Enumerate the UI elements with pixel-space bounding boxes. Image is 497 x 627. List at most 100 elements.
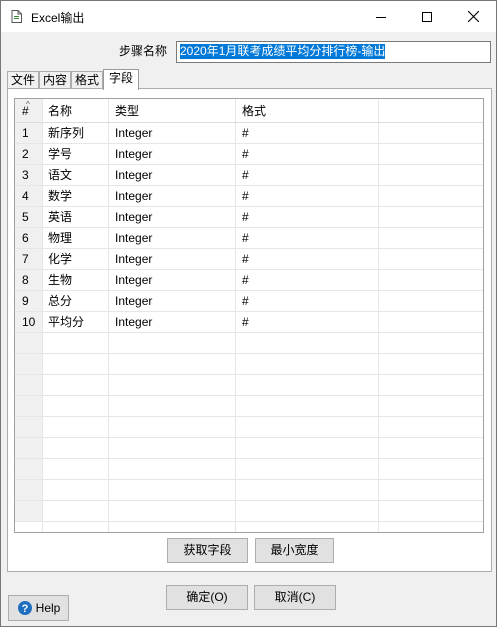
row-number[interactable] [15, 438, 42, 458]
field-type-cell[interactable] [109, 438, 236, 458]
field-name-cell[interactable]: 总分 [42, 291, 109, 311]
field-name-cell[interactable]: 语文 [42, 165, 109, 185]
column-header-name[interactable]: 名称 [42, 99, 109, 122]
fields-table[interactable]: ^ # 名称 类型 格式 1 新序列 Integer #2 学号 Integer #3 语文 I… [14, 98, 484, 533]
field-name-cell[interactable]: 学号 [42, 144, 109, 164]
field-type-cell[interactable] [109, 333, 236, 353]
field-name-cell[interactable]: 化学 [42, 249, 109, 269]
field-name-cell[interactable]: 数学 [42, 186, 109, 206]
min-width-button[interactable]: 最小宽度 [255, 538, 334, 563]
table-row[interactable]: 2 学号 Integer # [15, 144, 483, 165]
table-row[interactable]: 1 新序列 Integer # [15, 123, 483, 144]
field-format-cell[interactable]: # [236, 228, 379, 248]
field-format-cell[interactable]: # [236, 165, 379, 185]
field-name-cell[interactable] [42, 396, 109, 416]
field-type-cell[interactable] [109, 396, 236, 416]
field-name-cell[interactable] [42, 417, 109, 437]
field-name-cell[interactable] [42, 375, 109, 395]
field-type-cell[interactable]: Integer [109, 249, 236, 269]
table-row[interactable]: 8 生物 Integer # [15, 270, 483, 291]
field-name-cell[interactable] [42, 501, 109, 521]
field-type-cell[interactable] [109, 501, 236, 521]
row-number[interactable]: 8 [15, 270, 42, 290]
help-button[interactable]: ? Help [8, 595, 69, 621]
row-number[interactable] [15, 459, 42, 479]
column-header-format[interactable]: 格式 [236, 99, 379, 122]
table-row[interactable] [15, 417, 483, 438]
row-number[interactable] [15, 417, 42, 437]
table-row[interactable]: 10 平均分 Integer # [15, 312, 483, 333]
field-name-cell[interactable] [42, 459, 109, 479]
row-number[interactable] [15, 396, 42, 416]
field-type-cell[interactable]: Integer [109, 291, 236, 311]
field-name-cell[interactable] [42, 480, 109, 500]
field-type-cell[interactable]: Integer [109, 165, 236, 185]
row-number[interactable] [15, 375, 42, 395]
table-row[interactable] [15, 396, 483, 417]
field-type-cell[interactable] [109, 354, 236, 374]
field-format-cell[interactable]: # [236, 312, 379, 332]
table-row[interactable] [15, 333, 483, 354]
close-button[interactable] [450, 1, 496, 32]
table-row[interactable] [15, 480, 483, 501]
field-type-cell[interactable]: Integer [109, 144, 236, 164]
field-format-cell[interactable]: # [236, 144, 379, 164]
field-format-cell[interactable] [236, 438, 379, 458]
table-row[interactable]: 4 数学 Integer # [15, 186, 483, 207]
cancel-button[interactable]: 取消(C) [254, 585, 336, 610]
field-format-cell[interactable]: # [236, 123, 379, 143]
field-type-cell[interactable]: Integer [109, 312, 236, 332]
field-type-cell[interactable]: Integer [109, 186, 236, 206]
row-number[interactable]: 7 [15, 249, 42, 269]
field-type-cell[interactable]: Integer [109, 207, 236, 227]
tab-file[interactable]: 文件 [7, 71, 39, 89]
ok-button[interactable]: 确定(O) [166, 585, 248, 610]
field-type-cell[interactable] [109, 375, 236, 395]
table-row[interactable] [15, 501, 483, 522]
field-format-cell[interactable] [236, 417, 379, 437]
table-row[interactable]: 6 物理 Integer # [15, 228, 483, 249]
column-header-number[interactable]: ^ # [15, 99, 42, 122]
field-name-cell[interactable] [42, 354, 109, 374]
field-format-cell[interactable] [236, 354, 379, 374]
tab-fields[interactable]: 字段 [103, 69, 139, 90]
row-number[interactable] [15, 354, 42, 374]
field-format-cell[interactable]: # [236, 186, 379, 206]
field-format-cell[interactable]: # [236, 291, 379, 311]
table-row[interactable]: 3 语文 Integer # [15, 165, 483, 186]
field-format-cell[interactable] [236, 333, 379, 353]
tab-content[interactable]: 内容 [39, 71, 71, 89]
table-row[interactable]: 5 英语 Integer # [15, 207, 483, 228]
minimize-button[interactable] [358, 1, 404, 32]
field-name-cell[interactable] [42, 438, 109, 458]
get-fields-button[interactable]: 获取字段 [167, 538, 248, 563]
field-type-cell[interactable]: Integer [109, 123, 236, 143]
field-name-cell[interactable]: 英语 [42, 207, 109, 227]
row-number[interactable]: 1 [15, 123, 42, 143]
field-format-cell[interactable]: # [236, 249, 379, 269]
column-header-type[interactable]: 类型 [109, 99, 236, 122]
row-number[interactable] [15, 501, 42, 521]
field-name-cell[interactable]: 生物 [42, 270, 109, 290]
table-row[interactable] [15, 375, 483, 396]
row-number[interactable]: 3 [15, 165, 42, 185]
tab-format[interactable]: 格式 [71, 71, 103, 89]
row-number[interactable]: 6 [15, 228, 42, 248]
row-number[interactable]: 10 [15, 312, 42, 332]
field-format-cell[interactable]: # [236, 207, 379, 227]
field-type-cell[interactable] [109, 459, 236, 479]
field-name-cell[interactable]: 平均分 [42, 312, 109, 332]
field-name-cell[interactable]: 物理 [42, 228, 109, 248]
table-row[interactable] [15, 459, 483, 480]
field-format-cell[interactable] [236, 501, 379, 521]
row-number[interactable]: 5 [15, 207, 42, 227]
row-number[interactable]: 9 [15, 291, 42, 311]
row-number[interactable]: 2 [15, 144, 42, 164]
field-format-cell[interactable] [236, 480, 379, 500]
row-number[interactable] [15, 333, 42, 353]
step-name-input[interactable]: 2020年1月联考成绩平均分排行榜-输出 [176, 41, 491, 63]
table-row[interactable]: 7 化学 Integer # [15, 249, 483, 270]
field-format-cell[interactable]: # [236, 270, 379, 290]
field-format-cell[interactable] [236, 459, 379, 479]
field-type-cell[interactable]: Integer [109, 228, 236, 248]
